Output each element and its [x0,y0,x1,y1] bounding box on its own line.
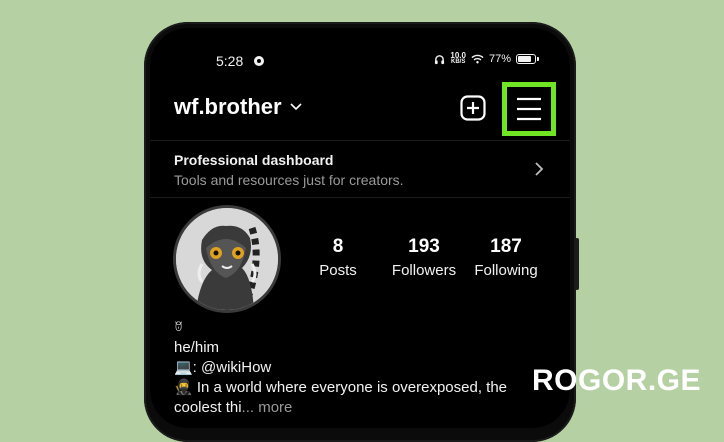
screen: 5:28 10.0 KB/S 77% wf.brother Profession… [150,28,570,428]
system-icons: 10.0 KB/S 77% [434,51,539,66]
avatar[interactable] [173,205,281,313]
battery-icon [516,54,539,64]
chevron-down-icon [289,103,302,111]
watermark-logo: ROGOR.GE [532,364,702,397]
dashboard-title: Professional dashboard [174,152,334,168]
phone-side-button [575,238,579,290]
following-count: 187 [490,236,522,257]
threads-badge-icon[interactable]: ꆤ [174,318,554,338]
create-plus-icon[interactable] [460,95,486,121]
hamburger-menu-button[interactable] [502,82,556,136]
wifi-icon [471,54,484,64]
bio-truncated-text: coolest thi [174,399,242,416]
menu-icon [517,97,541,121]
chevron-right-icon [535,162,544,176]
dashboard-subtitle: Tools and resources just for creators. [174,172,404,188]
bio-pronouns: he/him [174,339,220,356]
posts-label: Posts [319,262,357,279]
record-icon [254,56,264,66]
following-label: Following [474,262,538,279]
account-switcher[interactable]: wf.brother [174,94,302,120]
followers-stat[interactable]: 193 Followers [384,236,464,279]
posts-stat[interactable]: 8 Posts [310,236,366,279]
status-time: 5:28 [216,53,244,69]
headphone-icon [435,54,445,64]
lemur-avatar-image [176,208,278,310]
followers-label: Followers [391,262,457,279]
following-stat[interactable]: 187 Following [468,236,544,279]
posts-count: 8 [332,236,344,257]
status-bar: 5:28 10.0 KB/S 77% [150,28,570,69]
bio-line-website: 💻: @wikiHow [174,359,272,376]
network-speed: 10.0 KB/S [450,51,466,66]
bio-line-text: 🥷 In a world where everyone is overexpos… [174,379,508,396]
followers-count: 193 [408,236,440,257]
professional-dashboard[interactable]: Professional dashboard Tools and resourc… [150,140,570,198]
bio: ꆤ he/him 💻: @wikiHow 🥷 In a world where … [174,318,554,418]
bio-more-link[interactable]: ... more [242,399,293,416]
battery-percent: 77% [488,53,511,65]
username: wf.brother [174,94,282,119]
bio-line-truncated: coolest thi... more [174,398,554,418]
